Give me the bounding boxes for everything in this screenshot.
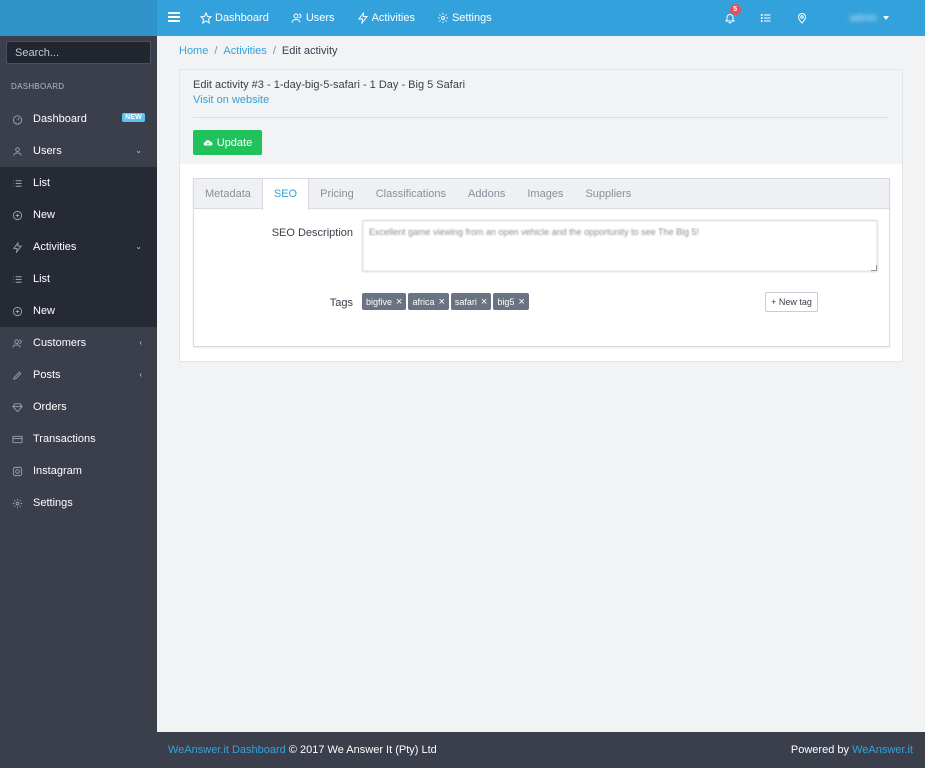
- top-navbar: Dashboard Users Activities Settings 5 ad…: [0, 0, 925, 36]
- footer-powered-by: Powered by WeAnswer.it: [790, 744, 913, 756]
- sidebar-item-users-list[interactable]: List: [0, 167, 157, 199]
- tags-label: Tags: [329, 297, 353, 309]
- new-badge: NEW: [122, 113, 145, 122]
- footer: WeAnswer.it Dashboard © 2017 We Answer I…: [157, 732, 925, 768]
- footer-brand-link[interactable]: WeAnswer.it Dashboard: [168, 744, 286, 756]
- users-icon: [291, 13, 302, 23]
- sidebar-item-dashboard[interactable]: Dashboard NEW: [0, 103, 157, 135]
- close-icon[interactable]: ×: [396, 296, 402, 308]
- sidebar: DASHBOARD Dashboard NEW Users ⌄ List New…: [0, 36, 157, 768]
- breadcrumb-separator: /: [272, 45, 276, 57]
- resize-handle-icon[interactable]: [871, 265, 877, 271]
- footer-copyright: WeAnswer.it Dashboard © 2017 We Answer I…: [168, 744, 437, 756]
- tab-suppliers[interactable]: Suppliers: [574, 179, 642, 209]
- chevron-down-icon: ⌄: [135, 242, 142, 251]
- tag-chip: bigfive ×: [362, 293, 407, 310]
- sidebar-section-title: DASHBOARD: [11, 82, 65, 91]
- sidebar-item-customers[interactable]: Customers ‹: [0, 327, 157, 359]
- tab-metadata[interactable]: Metadata: [194, 179, 262, 209]
- chevron-down-icon: ⌄: [135, 146, 142, 155]
- seo-description-label: SEO Description: [271, 227, 353, 239]
- top-nav: Dashboard Users Activities Settings: [200, 0, 514, 36]
- tab-seo[interactable]: SEO: [261, 179, 310, 210]
- topnav-users[interactable]: Users: [291, 12, 335, 24]
- breadcrumb-separator: /: [214, 45, 218, 57]
- list-icon: [760, 14, 771, 22]
- breadcrumb: Home / Activities / Edit activity: [179, 45, 338, 57]
- credit-card-icon: [12, 434, 23, 445]
- update-button[interactable]: Update: [193, 130, 262, 155]
- sidebar-item-users[interactable]: Users ⌄: [0, 135, 157, 167]
- topnav-settings[interactable]: Settings: [437, 12, 492, 24]
- sidebar-item-transactions[interactable]: Transactions: [0, 423, 157, 455]
- divider: [193, 117, 889, 118]
- notifications-button[interactable]: 5: [722, 4, 741, 26]
- tab-classifications[interactable]: Classifications: [365, 179, 457, 209]
- new-tag-button[interactable]: + New tag: [765, 292, 818, 312]
- brand-area: [0, 0, 157, 36]
- tab-images[interactable]: Images: [516, 179, 574, 209]
- plus-circle-icon: [12, 210, 23, 221]
- card-header: Edit activity #3 - 1-day-big-5-safari - …: [180, 70, 902, 164]
- cloud-upload-icon: [203, 139, 213, 146]
- footer-powered-link[interactable]: WeAnswer.it: [852, 744, 913, 756]
- tabs-panel: Metadata SEO Pricing Classifications Add…: [193, 178, 890, 347]
- users-icon: [12, 338, 23, 349]
- edit-activity-card: Edit activity #3 - 1-day-big-5-safari - …: [179, 69, 903, 362]
- chevron-left-icon: ‹: [139, 370, 142, 379]
- sidebar-item-activities[interactable]: Activities ⌄: [0, 231, 157, 263]
- breadcrumb-home[interactable]: Home: [179, 45, 208, 57]
- breadcrumb-activities[interactable]: Activities: [223, 45, 266, 57]
- plus-circle-icon: [12, 306, 23, 317]
- page-title: Edit activity #3 - 1-day-big-5-safari - …: [193, 79, 466, 91]
- hamburger-menu-icon[interactable]: [166, 10, 182, 26]
- user-name: admin: [849, 12, 877, 24]
- chevron-left-icon: ‹: [139, 338, 142, 347]
- tab-addons[interactable]: Addons: [457, 179, 516, 209]
- gear-icon: [12, 498, 23, 509]
- tag-chip: africa ×: [408, 293, 449, 310]
- bolt-icon: [357, 12, 368, 24]
- tasks-button[interactable]: [758, 10, 774, 26]
- map-pin-icon: [797, 13, 806, 24]
- sidebar-item-posts[interactable]: Posts ‹: [0, 359, 157, 391]
- user-menu[interactable]: admin: [850, 13, 889, 24]
- sidebar-menu: Dashboard NEW Users ⌄ List New Activitie…: [0, 103, 157, 519]
- seo-description-textarea[interactable]: Excellent game viewing from an open vehi…: [362, 220, 878, 272]
- star-icon: [200, 12, 212, 24]
- caret-down-icon: [883, 16, 889, 20]
- topnav-activities[interactable]: Activities: [357, 12, 415, 24]
- sidebar-item-instagram[interactable]: Instagram: [0, 455, 157, 487]
- sidebar-item-orders[interactable]: Orders: [0, 391, 157, 423]
- speedometer-icon: [12, 114, 23, 125]
- tab-bar: Metadata SEO Pricing Classifications Add…: [194, 179, 889, 210]
- top-right-actions: 5 admin: [722, 0, 925, 36]
- sidebar-item-users-new[interactable]: New: [0, 199, 157, 231]
- gear-icon: [437, 13, 448, 23]
- list-icon: [12, 178, 23, 189]
- tag-chip: big5 ×: [493, 293, 529, 310]
- topnav-dashboard[interactable]: Dashboard: [200, 12, 269, 24]
- visit-website-link[interactable]: Visit on website: [193, 94, 269, 106]
- list-icon: [12, 274, 23, 285]
- pencil-icon: [12, 370, 23, 381]
- diamond-icon: [12, 402, 23, 413]
- instagram-icon: [12, 466, 23, 477]
- breadcrumb-current: Edit activity: [281, 45, 338, 57]
- notification-badge: 5: [729, 4, 741, 15]
- tag-chip: safari ×: [450, 293, 492, 310]
- location-button[interactable]: [794, 10, 810, 26]
- user-icon: [12, 146, 23, 157]
- tags-list: bigfive × africa × safari × big5 ×: [362, 293, 531, 310]
- sidebar-item-activities-new[interactable]: New: [0, 295, 157, 327]
- close-icon[interactable]: ×: [481, 296, 487, 308]
- close-icon[interactable]: ×: [438, 296, 444, 308]
- sidebar-item-activities-list[interactable]: List: [0, 263, 157, 295]
- sidebar-item-settings[interactable]: Settings: [0, 487, 157, 519]
- search-input[interactable]: [6, 41, 151, 64]
- tab-pricing[interactable]: Pricing: [309, 179, 365, 209]
- close-icon[interactable]: ×: [518, 296, 524, 308]
- bolt-icon: [12, 241, 23, 253]
